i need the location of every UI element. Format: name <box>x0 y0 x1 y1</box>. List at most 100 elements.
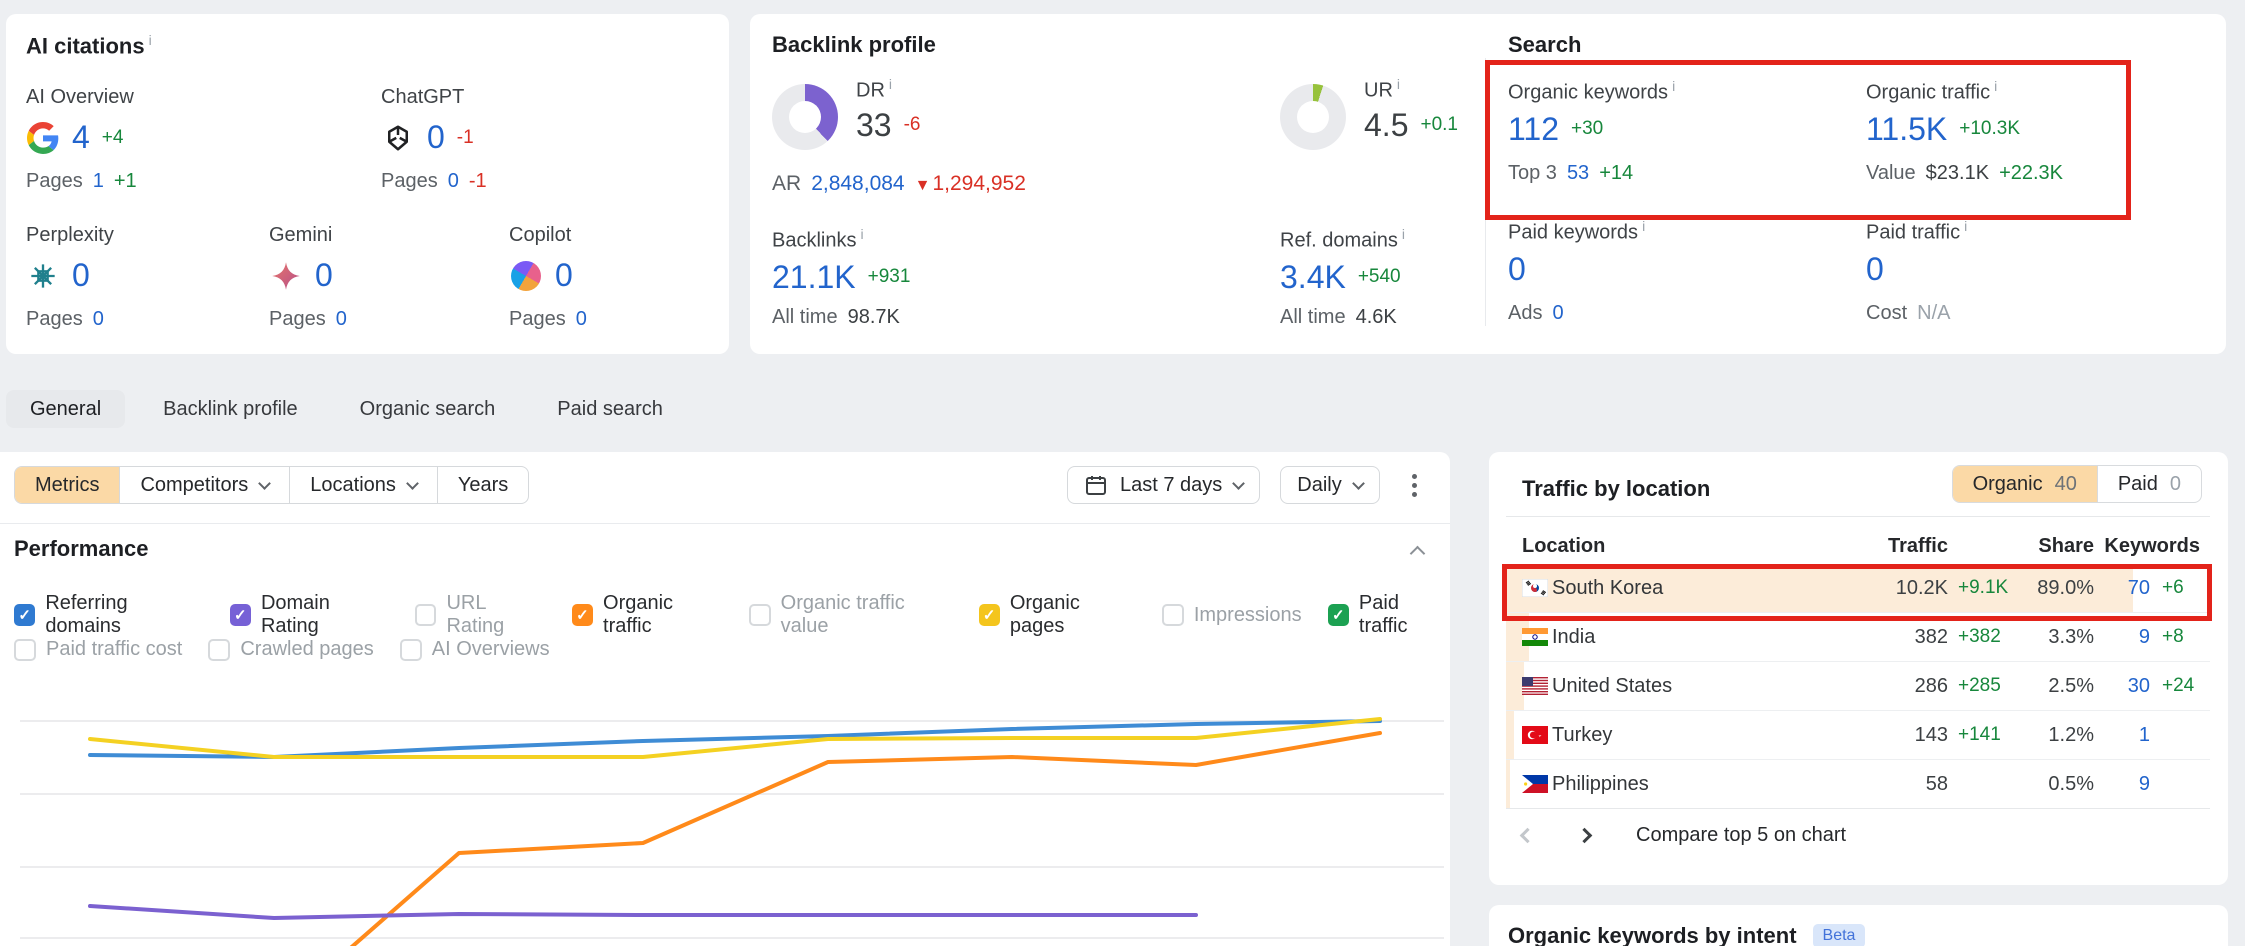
dashboard: AI citationsi AI Overview 4 +4 Pages1+1 … <box>0 0 2245 946</box>
info-icon[interactable]: i <box>1402 226 1405 242</box>
metric-ar: AR 2,848,084 ▼1,294,952 <box>772 172 1026 196</box>
section-divider <box>1485 58 1486 326</box>
keywords-link: 30 <box>2094 675 2150 698</box>
toggle-paid[interactable]: Paid0 <box>2097 466 2201 502</box>
ads-value[interactable]: 0 <box>1552 302 1563 325</box>
ar-value[interactable]: 2,848,084 <box>811 172 904 196</box>
metric-dr: DRi 33 -6 <box>856 76 921 144</box>
info-icon[interactable]: i <box>149 32 152 48</box>
paid-traffic-value[interactable]: 0 <box>1866 251 1884 288</box>
location-table: South Korea 10.2K +9.1K 89.0% 70 +6 Indi… <box>1506 564 2210 809</box>
ar-delta: ▼1,294,952 <box>915 172 1026 196</box>
ai-overview-value[interactable]: 4 <box>72 119 90 156</box>
prev-page-icon[interactable] <box>1520 828 1536 844</box>
us-flag-icon <box>1522 677 1548 695</box>
ai-citations-title: AI citationsi <box>26 32 152 59</box>
tab-paid-search[interactable]: Paid search <box>533 390 687 428</box>
header-divider <box>1506 516 2210 517</box>
metric-organic-traffic: Organic traffici 11.5K +10.3K Value$23.1… <box>1866 78 2063 185</box>
pages-value[interactable]: 1 <box>93 170 104 193</box>
table-row-united-states[interactable]: United States 286 +285 2.5% 30 +24 <box>1506 662 2210 711</box>
dr-delta: -6 <box>904 114 921 136</box>
metric-chatgpt: ChatGPT 0 -1 Pages0-1 <box>381 86 487 193</box>
pages-value[interactable]: 0 <box>336 308 347 331</box>
keywords-link: 1 <box>2094 724 2150 747</box>
backlink-search-card: Backlink profile DRi 33 -6 AR 2,848,084 … <box>750 14 2226 354</box>
perplexity-icon <box>26 259 60 293</box>
next-page-icon[interactable] <box>1577 828 1593 844</box>
keywords-by-intent-title: Organic keywords by intent Beta <box>1508 923 1865 946</box>
location-table-header: Location Traffic Share Keywords <box>1506 530 2210 562</box>
triangle-down-icon: ▼ <box>915 177 931 194</box>
info-icon[interactable]: i <box>860 226 863 242</box>
metric-perplexity: Perplexity 0 Pages0 <box>26 224 114 331</box>
performance-chart <box>0 452 1450 946</box>
ai-citations-card: AI citationsi AI Overview 4 +4 Pages1+1 … <box>6 14 729 354</box>
keywords-link: 9 <box>2094 773 2150 796</box>
kr-flag-icon <box>1522 579 1548 597</box>
paid-keywords-value[interactable]: 0 <box>1508 251 1526 288</box>
organic-paid-toggle: Organic40 Paid0 <box>1952 465 2202 503</box>
tab-general[interactable]: General <box>6 390 125 428</box>
metric-backlinks: Backlinksi 21.1K +931 All time98.7K <box>772 226 910 329</box>
pages-value[interactable]: 0 <box>448 170 459 193</box>
organic-traffic-value[interactable]: 11.5K <box>1866 111 1947 148</box>
metric-organic-keywords: Organic keywordsi 112 +30 Top 353+14 <box>1508 78 1675 185</box>
organic-keywords-value[interactable]: 112 <box>1508 111 1559 148</box>
chatgpt-icon <box>381 121 415 155</box>
traffic-by-location-panel: Traffic by location Organic40 Paid0 Loca… <box>1489 452 2228 885</box>
dr-value: 33 <box>856 107 892 144</box>
metric-copilot: Copilot 0 Pages0 <box>509 224 587 331</box>
pages-value[interactable]: 0 <box>93 308 104 331</box>
keywords-link: 70 <box>2094 577 2150 600</box>
section-tabs: General Backlink profile Organic search … <box>6 390 687 428</box>
compare-top5-link[interactable]: Compare top 5 on chart <box>1636 824 1846 847</box>
table-row-philippines[interactable]: Philippines 58 0.5% 9 <box>1506 760 2210 809</box>
keywords-link: 9 <box>2094 626 2150 649</box>
location-pagination: Compare top 5 on chart <box>1522 824 1846 847</box>
table-row-india[interactable]: India 382 +382 3.3% 9 +8 <box>1506 613 2210 662</box>
traffic-by-location-title: Traffic by location <box>1522 476 1710 502</box>
info-icon[interactable]: i <box>1964 218 1967 234</box>
perplexity-value[interactable]: 0 <box>72 257 90 294</box>
table-row-south-korea[interactable]: South Korea 10.2K +9.1K 89.0% 70 +6 <box>1506 564 2210 613</box>
backlink-profile-title: Backlink profile <box>772 32 936 58</box>
gemini-icon <box>269 259 303 293</box>
info-icon[interactable]: i <box>1397 76 1400 92</box>
performance-panel: Metrics Competitors Locations Years Last… <box>0 452 1450 946</box>
metric-ref-domains: Ref. domainsi 3.4K +540 All time4.6K <box>1280 226 1405 329</box>
table-row-turkey[interactable]: Turkey 143 +141 1.2% 1 <box>1506 711 2210 760</box>
metric-ai-overview: AI Overview 4 +4 Pages1+1 <box>26 86 137 193</box>
ai-overview-delta: +4 <box>102 127 124 149</box>
search-title: Search <box>1508 32 1581 58</box>
in-flag-icon <box>1522 628 1548 646</box>
tr-flag-icon <box>1522 726 1548 744</box>
ph-flag-icon <box>1522 775 1548 793</box>
backlinks-value[interactable]: 21.1K <box>772 259 856 296</box>
metric-paid-traffic: Paid traffici 0 CostN/A <box>1866 218 1967 325</box>
info-icon[interactable]: i <box>1672 78 1675 94</box>
tab-backlink-profile[interactable]: Backlink profile <box>139 390 322 428</box>
ref-domains-value[interactable]: 3.4K <box>1280 259 1346 296</box>
toggle-organic[interactable]: Organic40 <box>1953 466 2097 502</box>
ur-value: 4.5 <box>1364 107 1408 144</box>
dr-donut <box>772 84 838 150</box>
info-icon[interactable]: i <box>1994 78 1997 94</box>
metric-ur: URi 4.5 +0.1 <box>1364 76 1458 144</box>
chatgpt-value[interactable]: 0 <box>427 119 445 156</box>
metric-paid-keywords: Paid keywordsi 0 Ads0 <box>1508 218 1645 325</box>
ur-donut <box>1280 84 1346 150</box>
beta-badge: Beta <box>1813 924 1866 946</box>
copilot-icon <box>509 259 543 293</box>
info-icon[interactable]: i <box>1642 218 1645 234</box>
tab-organic-search[interactable]: Organic search <box>336 390 520 428</box>
info-icon[interactable]: i <box>889 76 892 92</box>
top3-value[interactable]: 53 <box>1567 162 1589 185</box>
metric-gemini: Gemini 0 Pages0 <box>269 224 347 331</box>
keywords-by-intent-panel: Organic keywords by intent Beta <box>1489 905 2228 946</box>
chatgpt-delta: -1 <box>457 127 474 149</box>
copilot-value[interactable]: 0 <box>555 257 573 294</box>
pages-value[interactable]: 0 <box>576 308 587 331</box>
google-icon <box>26 121 60 155</box>
gemini-value[interactable]: 0 <box>315 257 333 294</box>
